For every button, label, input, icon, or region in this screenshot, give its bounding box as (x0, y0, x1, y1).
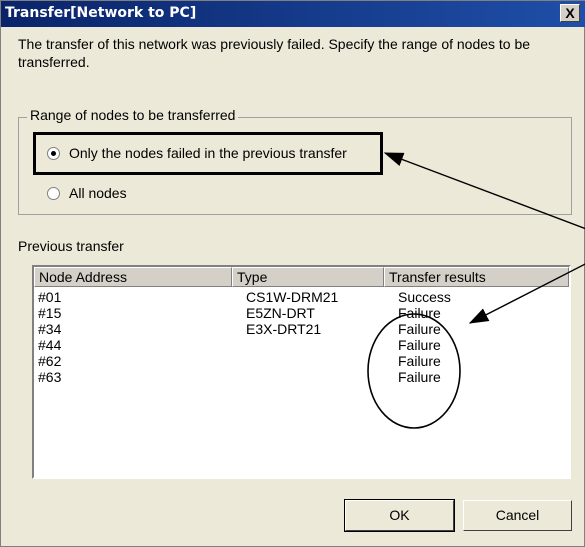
cell-transfer-result: Failure (398, 305, 441, 321)
cell-transfer-result: Failure (398, 353, 441, 369)
radio-option-all-nodes[interactable]: All nodes (47, 185, 127, 201)
cell-node-address: #34 (38, 321, 62, 337)
cell-node-address: #44 (38, 337, 62, 353)
description-text: The transfer of this network was previou… (18, 36, 531, 70)
cell-type: E5ZN-DRT (246, 305, 315, 321)
cell-node-address: #01 (38, 289, 62, 305)
radio-unselected-icon[interactable] (47, 186, 60, 200)
title-bar: Transfer[Network to PC] X (1, 1, 585, 27)
ok-button[interactable]: OK (344, 499, 455, 532)
previous-transfer-list[interactable]: Node Address Type Transfer results #01 C… (32, 265, 571, 479)
cell-transfer-result: Failure (398, 321, 441, 337)
previous-transfer-label: Previous transfer (18, 238, 124, 254)
cancel-button[interactable]: Cancel (463, 500, 572, 531)
column-header-node-address[interactable]: Node Address (34, 267, 232, 287)
column-header-transfer-results[interactable]: Transfer results (384, 267, 569, 287)
cell-type: E3X-DRT21 (246, 321, 322, 337)
window-title: Transfer[Network to PC] (5, 5, 197, 21)
cell-transfer-result: Success (398, 289, 451, 305)
cell-type: CS1W-DRM21 (246, 289, 339, 305)
radio-label-all-nodes: All nodes (69, 185, 127, 201)
close-button[interactable]: X (560, 4, 580, 22)
cell-transfer-result: Failure (398, 369, 441, 385)
cell-transfer-result: Failure (398, 337, 441, 353)
cell-node-address: #62 (38, 353, 62, 369)
transfer-dialog: Transfer[Network to PC] X The transfer o… (0, 0, 585, 547)
cell-node-address: #63 (38, 369, 62, 385)
range-group-label: Range of nodes to be transferred (27, 107, 239, 123)
column-header-type[interactable]: Type (232, 267, 384, 287)
highlight-box (33, 132, 383, 175)
cell-node-address: #15 (38, 305, 62, 321)
